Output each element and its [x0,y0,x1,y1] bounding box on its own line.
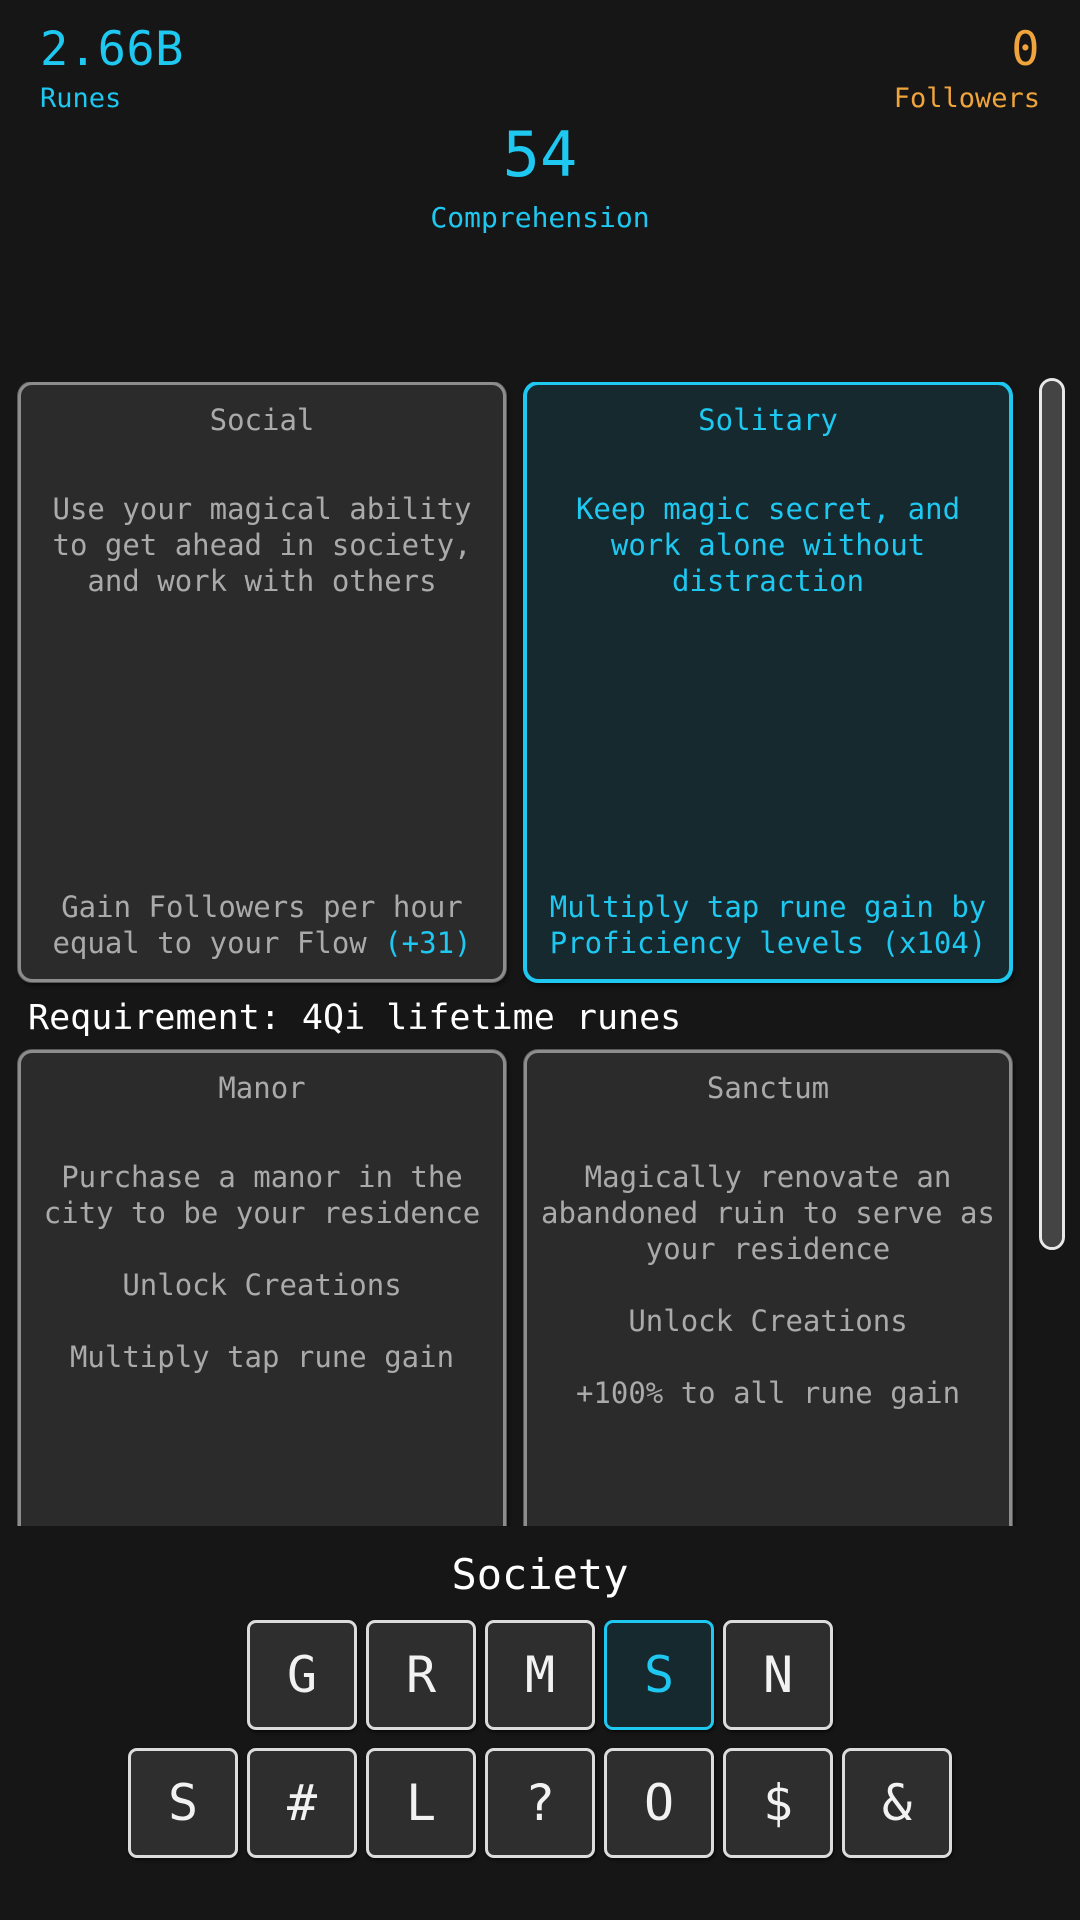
comprehension-value: 54 [502,118,578,191]
scrollbar-thumb[interactable] [1042,381,1062,1247]
card-effect: Multiply tap rune gain by Proficiency le… [537,889,999,961]
comprehension-stat: 54 Comprehension [0,118,1080,236]
requirement-text: Requirement: 4Qi lifetime runes [28,998,682,1038]
nav-key-r[interactable]: R [366,1620,476,1730]
card-title: Solitary [698,403,838,437]
choice-card-manor[interactable]: Manor Purchase a manor in the city to be… [18,1050,506,1526]
card-effect-value: (x104) [881,926,987,960]
nav-key-m[interactable]: M [485,1620,595,1730]
key-row-2: S # L? O $ & [0,1748,1080,1858]
choice-row-2: Manor Purchase a manor in the city to be… [0,1050,1030,1526]
nav-key-n[interactable]: N [723,1620,833,1730]
vertical-scrollbar[interactable] [1039,378,1065,1250]
comprehension-label: Comprehension [430,201,650,234]
nav-key-hash[interactable]: # [247,1748,357,1858]
game-screen: 2.66B Runes 0 Followers 54 Comprehension… [0,0,1080,1920]
footer-navigation: Society GRMSN S # L? O $ & [0,1530,1080,1920]
runes-value: 2.66B [40,22,184,77]
followers-stat: 0 Followers [894,22,1040,116]
nav-key-question[interactable]: ? [485,1748,595,1858]
card-description: Purchase a manor in the city to be your … [43,1160,481,1230]
nav-key-s[interactable]: S [128,1748,238,1858]
followers-label: Followers [893,83,1040,114]
nav-key-ampersand[interactable]: & [842,1748,952,1858]
nav-key-o[interactable]: O [604,1748,714,1858]
card-title: Social [209,403,315,437]
section-label: Society [451,1550,629,1599]
choice-card-solitary[interactable]: Solitary Keep magic secret, and work alo… [524,382,1012,982]
nav-key-s[interactable]: S [604,1620,714,1730]
choice-row-1: Social Use your magical ability to get a… [0,382,1030,982]
card-description: Keep magic secret, and work alone withou… [575,492,961,598]
card-title: Manor [218,1071,306,1105]
card-description: Use your magical ability to get ahead in… [52,492,472,598]
choices-scroll-area[interactable]: Social Use your magical ability to get a… [0,382,1080,1526]
card-spacer [537,599,999,889]
card-effect-value: (+31) [384,926,472,960]
card-spacer [31,599,493,889]
choices-list: Social Use your magical ability to get a… [0,382,1030,1526]
header-stats: 2.66B Runes 0 Followers 54 Comprehension [0,0,1080,300]
runes-label: Runes [40,83,122,114]
nav-key-g[interactable]: G [247,1620,357,1730]
choice-card-sanctum[interactable]: Sanctum Magically renovate an abandoned … [524,1050,1012,1526]
choice-card-social[interactable]: Social Use your magical ability to get a… [18,382,506,982]
key-row-1: GRMSN [0,1620,1080,1730]
card-effect: Unlock Creations [122,1268,402,1302]
card-effect: Unlock Creations [628,1304,908,1338]
runes-stat: 2.66B Runes [40,22,184,116]
card-description: Magically renovate an abandoned ruin to … [541,1160,995,1266]
followers-value: 0 [1011,22,1040,77]
card-effect-secondary: +100% to all rune gain [575,1376,961,1410]
card-effect-secondary: Multiply tap rune gain [69,1340,455,1374]
nav-key-l[interactable]: L [366,1748,476,1858]
card-title: Sanctum [706,1071,830,1105]
card-effect: Gain Followers per hour equal to your Fl… [31,889,493,961]
nav-key-dollar[interactable]: $ [723,1748,833,1858]
